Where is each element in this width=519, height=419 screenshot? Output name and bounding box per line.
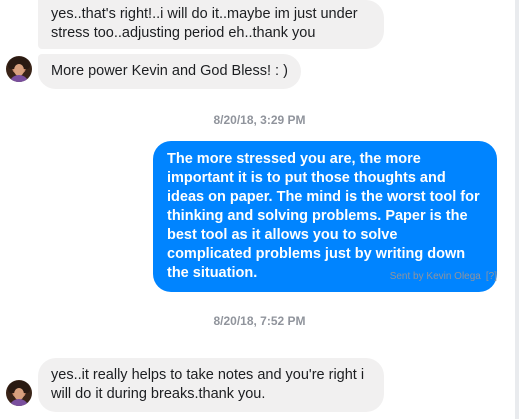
contact-avatar[interactable] [6, 56, 32, 82]
sent-by-text: Sent by Kevin Olega [389, 271, 481, 282]
chat-thread: yes..that's right!..i will do it..maybe … [0, 0, 519, 419]
incoming-message[interactable]: More power Kevin and God Bless! : ) [38, 54, 301, 89]
timestamp: 8/20/18, 3:29 PM [213, 113, 306, 127]
incoming-message[interactable]: yes..that's right!..i will do it..maybe … [38, 0, 384, 49]
message-text: yes..it really helps to take notes and y… [51, 367, 365, 402]
outgoing-message[interactable]: The more stressed you are, the more impo… [153, 141, 497, 292]
contact-avatar[interactable] [6, 380, 32, 406]
timestamp: 8/20/18, 7:52 PM [213, 314, 306, 328]
message-text: yes..that's right!..i will do it..maybe … [51, 6, 358, 41]
scrollbar[interactable] [515, 0, 519, 419]
help-link[interactable]: [?] [486, 271, 497, 282]
sent-by-label: Sent by Kevin Olega [?] [390, 271, 497, 282]
incoming-message[interactable]: yes..it really helps to take notes and y… [38, 358, 384, 412]
message-text: The more stressed you are, the more impo… [167, 151, 480, 281]
message-text: More power Kevin and God Bless! : ) [51, 63, 288, 79]
